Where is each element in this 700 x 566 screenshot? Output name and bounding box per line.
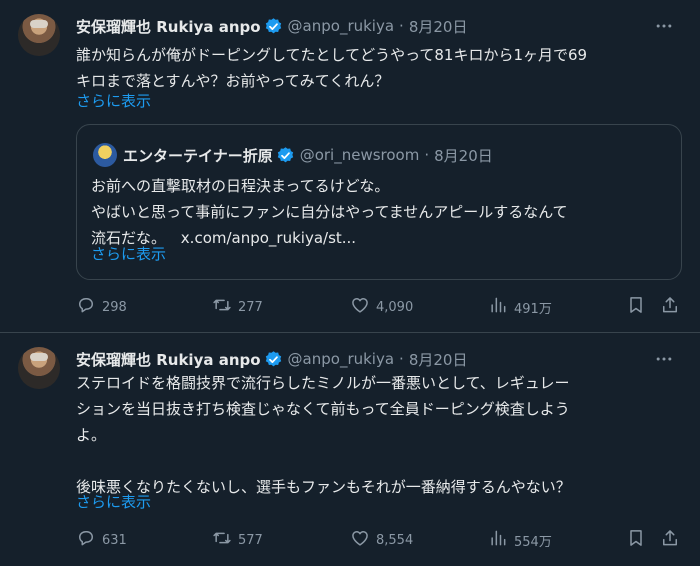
- retweet-icon: [212, 528, 232, 552]
- quote-author-handle: @ori_newsroom: [299, 146, 420, 164]
- tweet[interactable]: 安保瑠輝也 Rukiya anpo @anpo_rukiya · 8月20日 ス…: [0, 333, 700, 566]
- verified-badge-icon: [264, 350, 283, 369]
- tweet-text-line: ションを当日抜き打ち検査じゃなくて前もって全員ドーピング検査しよう: [76, 400, 570, 418]
- quote-text-line: 流石だな。 x.com/anpo_rukiya/st...: [91, 225, 671, 251]
- heart-icon: [350, 295, 370, 319]
- tweet-text-line: 誰か知らんが俺がドーピングしてたとしてどうやって81キロから1ヶ月で69: [76, 46, 588, 64]
- tweet-text-line: キロまで落とすんや？お前やってみてくれん？: [76, 72, 390, 90]
- views-button[interactable]: 491万: [488, 295, 552, 319]
- quote-text-line: やばいと思って事前にファンに自分はやってませんアピールするなんて: [91, 203, 568, 221]
- share-button[interactable]: [660, 528, 680, 552]
- share-icon: [660, 528, 680, 552]
- reply-icon: [76, 295, 96, 319]
- action-bar: 631 577 8,554 554万: [76, 528, 677, 552]
- reply-button[interactable]: 298: [76, 295, 127, 319]
- share-icon: [660, 295, 680, 319]
- tweet-header: 安保瑠輝也 Rukiya anpo @anpo_rukiya · 8月20日: [76, 348, 467, 370]
- like-count: 8,554: [376, 532, 414, 548]
- retweet-count: 577: [238, 532, 263, 548]
- avatar[interactable]: [18, 347, 60, 389]
- quote-text: お前への直撃取材の日程決まってるけどな。 やばいと思って事前にファンに自分はやっ…: [91, 173, 671, 251]
- tweet-text-line: 後味悪くなりたくないし、選手もファンもそれが一番納得するんやない？: [76, 478, 571, 496]
- avatar[interactable]: [18, 14, 60, 56]
- quote-text-line: お前への直撃取材の日程決まってるけどな。: [91, 177, 390, 195]
- verified-badge-icon: [264, 17, 283, 36]
- bookmark-icon: [626, 295, 646, 319]
- retweet-button[interactable]: 577: [212, 528, 263, 552]
- views-button[interactable]: 554万: [488, 528, 552, 552]
- tweet-text-line: よ。: [76, 426, 107, 444]
- quote-url-link[interactable]: x.com/anpo_rukiya/st...: [181, 229, 356, 247]
- retweet-count: 277: [238, 299, 263, 315]
- tweet-date[interactable]: 8月20日: [409, 349, 468, 370]
- quote-author-name: エンターテイナー折原: [123, 146, 273, 165]
- like-count: 4,090: [376, 299, 414, 315]
- retweet-icon: [212, 295, 232, 319]
- show-more-link[interactable]: さらに表示: [76, 491, 151, 512]
- like-button[interactable]: 8,554: [350, 528, 413, 552]
- views-count: 491万: [514, 301, 552, 317]
- share-button[interactable]: [660, 295, 680, 319]
- tweet-text-line: [76, 448, 676, 474]
- separator-dot: ·: [424, 146, 430, 164]
- quote-date: 8月20日: [434, 146, 493, 165]
- author-handle[interactable]: @anpo_rukiya: [288, 350, 395, 368]
- separator-dot: ·: [399, 350, 404, 368]
- separator-dot: ·: [399, 17, 404, 35]
- tweet-text-line: ステロイドを格闘技界で流行らしたミノルが一番悪いとして、レギュレー: [76, 374, 570, 392]
- reply-button[interactable]: 631: [76, 528, 127, 552]
- quote-show-more-link[interactable]: さらに表示: [91, 243, 166, 264]
- bookmark-button[interactable]: [626, 295, 646, 319]
- quoted-tweet[interactable]: エンターテイナー折原 @ori_newsroom · 8月20日 お前への直撃取…: [76, 124, 682, 280]
- bookmark-button[interactable]: [626, 528, 646, 552]
- reply-count: 631: [102, 532, 127, 548]
- tweet-text: ステロイドを格闘技界で流行らしたミノルが一番悪いとして、レギュレー ションを当日…: [76, 370, 676, 500]
- author-handle[interactable]: @anpo_rukiya: [288, 17, 395, 35]
- author-name[interactable]: 安保瑠輝也 Rukiya anpo: [76, 349, 261, 370]
- heart-icon: [350, 528, 370, 552]
- views-icon: [488, 528, 508, 552]
- more-icon[interactable]: [654, 349, 674, 369]
- tweet-text: 誰か知らんが俺がドーピングしてたとしてどうやって81キロから1ヶ月で69 キロま…: [76, 42, 676, 94]
- action-bar: 298 277 4,090 491万: [76, 295, 677, 319]
- quote-header: エンターテイナー折原 @ori_newsroom · 8月20日: [123, 143, 493, 167]
- more-icon[interactable]: [654, 16, 674, 36]
- bookmark-icon: [626, 528, 646, 552]
- tweet[interactable]: 安保瑠輝也 Rukiya anpo @anpo_rukiya · 8月20日 誰…: [0, 0, 700, 332]
- reply-icon: [76, 528, 96, 552]
- verified-badge-icon: [276, 146, 295, 165]
- retweet-button[interactable]: 277: [212, 295, 263, 319]
- views-icon: [488, 295, 508, 319]
- views-count: 554万: [514, 534, 552, 550]
- author-name[interactable]: 安保瑠輝也 Rukiya anpo: [76, 16, 261, 37]
- tweet-date[interactable]: 8月20日: [409, 16, 468, 37]
- reply-count: 298: [102, 299, 127, 315]
- tweet-header: 安保瑠輝也 Rukiya anpo @anpo_rukiya · 8月20日: [76, 15, 467, 37]
- show-more-link[interactable]: さらに表示: [76, 90, 151, 111]
- like-button[interactable]: 4,090: [350, 295, 413, 319]
- quote-avatar: [93, 143, 117, 167]
